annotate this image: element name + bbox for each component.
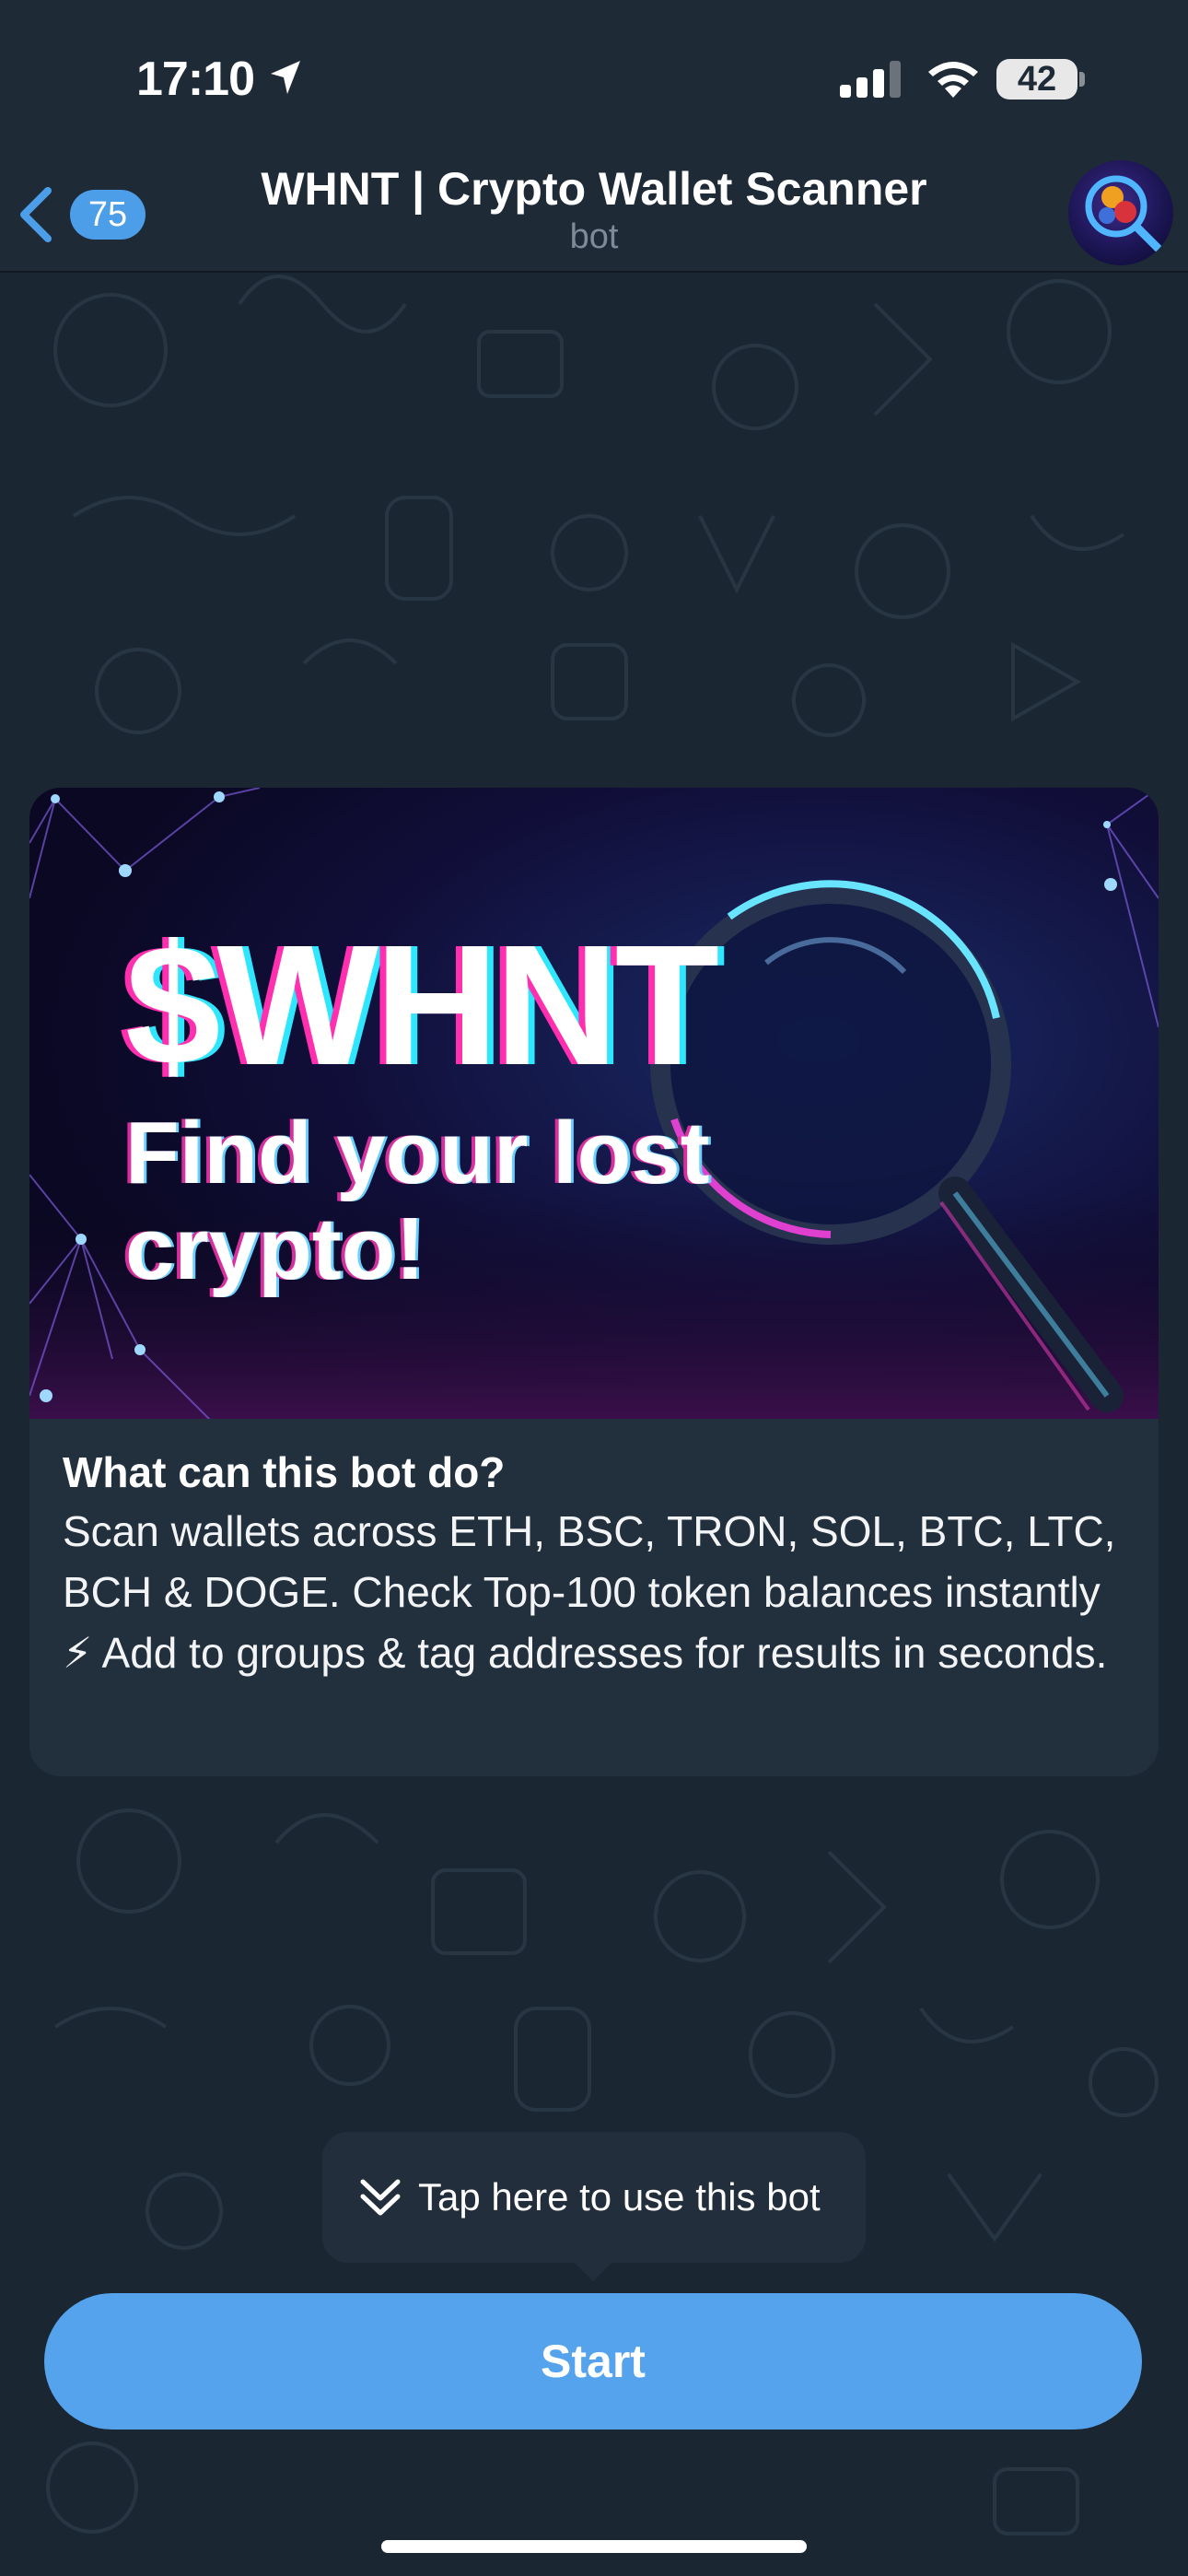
chat-title[interactable]: WHNT | Crypto Wallet Scanner [0,162,1188,216]
status-bar: 17:10 42 [0,0,1188,157]
status-time: 17:10 [136,53,255,106]
chat-header: 75 WHNT | Crypto Wallet Scanner bot [0,157,1188,273]
battery-cap [1079,72,1085,87]
start-button[interactable]: Start [44,2293,1142,2430]
banner-subtitle: Find your lost crypto! [125,1104,710,1298]
banner-image: $WHNT Find your lost crypto! [29,788,1159,1419]
magnifier-coin-avatar [1085,175,1165,255]
chat-subtitle: bot [569,217,619,256]
battery-icon: 42 [996,59,1077,100]
banner-title: $WHNT [125,910,719,1101]
tap-hint-tooltip: Tap here to use this bot [322,2132,866,2263]
location-arrow-icon [271,61,300,94]
double-chevron-down-icon [360,2179,401,2216]
card-description: Scan wallets across ETH, BSC, TRON, SOL,… [63,1507,1116,1677]
home-indicator[interactable] [381,2540,807,2553]
bot-description-card: $WHNT Find your lost crypto! What can th… [29,788,1159,1776]
card-body: What can this bot do? Scan wallets acros… [63,1444,1140,1683]
wifi-icon [928,62,978,98]
tooltip-text: Tap here to use this bot [418,2175,821,2219]
tooltip-arrow [573,2261,613,2281]
card-heading: What can this bot do? [63,1448,506,1496]
bot-avatar[interactable] [1068,160,1173,265]
cellular-signal-icon [840,61,901,98]
